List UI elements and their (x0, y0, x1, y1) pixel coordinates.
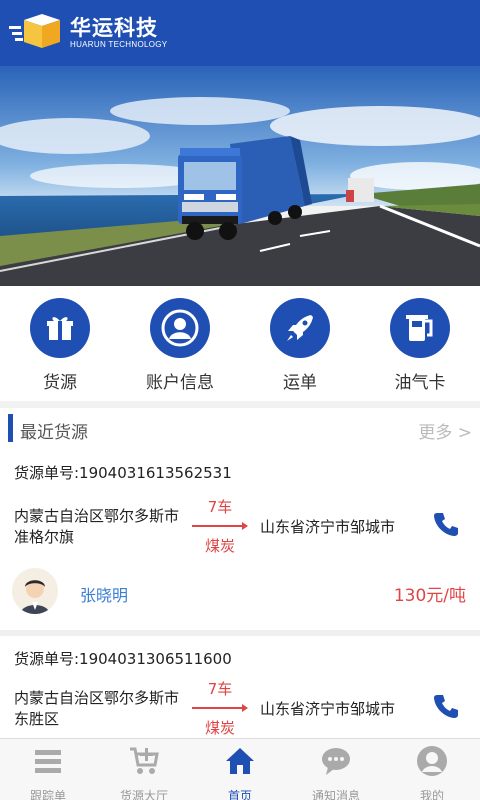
order-number: 货源单号:1904031613562531 (14, 464, 232, 482)
nav-label: 首页 (227, 789, 252, 800)
nav-label: 跟踪单 (29, 789, 66, 800)
quick-item-account[interactable]: 账户信息 (120, 298, 240, 393)
quick-label: 货源 (43, 373, 77, 393)
driver-name[interactable]: 张晓明 (80, 582, 128, 606)
app-header: 华运科技 HUARUN TECHNOLOGY (0, 0, 480, 66)
nav-label: 货源大厅 (119, 789, 168, 800)
section-header: 最近货源 更多 > (0, 408, 480, 448)
cargo-summary: 7车 煤炭 (190, 678, 250, 738)
quick-label: 运单 (283, 373, 317, 393)
origin-address: 内蒙古自治区鄂尔多斯市准格尔旗 (14, 507, 180, 546)
rocket-icon (270, 298, 330, 358)
destination-address: 山东省济宁市邹城市 (260, 700, 396, 718)
banner-image[interactable] (0, 66, 480, 286)
bottom-nav: 跟踪单 货源大厅 首页 通知消息 我的 (0, 738, 480, 800)
home-icon (226, 748, 254, 774)
gift-icon (30, 298, 90, 358)
nav-label: 通知消息 (311, 789, 360, 800)
cart-plus-icon (130, 747, 159, 774)
goods-type: 煤炭 (204, 719, 235, 737)
arrow-right-icon (190, 517, 250, 535)
cargo-card[interactable]: 货源单号:1904031306511600 内蒙古自治区鄂尔多斯市东胜区 7车 … (0, 636, 480, 738)
nav-item-mine[interactable]: 我的 (384, 745, 480, 800)
destination-address: 山东省济宁市邹城市 (260, 518, 396, 536)
section-title: 最近货源 (20, 423, 88, 443)
phone-icon[interactable] (432, 692, 460, 720)
brand-subtitle: HUARUN TECHNOLOGY (70, 40, 168, 49)
more-link[interactable]: 更多 > (418, 418, 472, 443)
truck-count: 7车 (207, 498, 233, 516)
truck-count: 7车 (207, 680, 233, 698)
recent-cargo-section: 最近货源 更多 > 货源单号:1904031613562531 内蒙古自治区鄂尔… (0, 408, 480, 738)
quick-label: 油气卡 (394, 373, 446, 393)
chat-icon (322, 748, 350, 775)
order-number: 货源单号:1904031306511600 (14, 650, 232, 668)
quick-item-cargo[interactable]: 货源 (0, 298, 120, 393)
cargo-summary: 7车 煤炭 (190, 496, 250, 556)
fuel-card-icon (390, 298, 450, 358)
user-icon (150, 298, 210, 358)
section-accent-bar (8, 414, 13, 442)
phone-icon[interactable] (432, 510, 460, 538)
cargo-card[interactable]: 货源单号:1904031613562531 内蒙古自治区鄂尔多斯市准格尔旗 7车… (0, 450, 480, 630)
arrow-right-icon (190, 699, 250, 717)
cube-logo-icon (9, 14, 60, 48)
goods-type: 煤炭 (204, 537, 235, 555)
nav-item-tracking[interactable]: 跟踪单 (0, 745, 96, 800)
profile-icon (417, 746, 447, 776)
quick-item-waybill[interactable]: 运单 (240, 298, 360, 393)
nav-item-notifications[interactable]: 通知消息 (288, 745, 384, 800)
brand-name: 华运科技 (70, 16, 158, 40)
nav-label: 我的 (419, 789, 444, 800)
quick-item-fuel-card[interactable]: 油气卡 (360, 298, 480, 393)
nav-item-home[interactable]: 首页 (192, 745, 288, 800)
quick-label: 账户信息 (146, 373, 214, 393)
list-icon (35, 750, 61, 773)
origin-address: 内蒙古自治区鄂尔多斯市东胜区 (14, 689, 180, 728)
avatar (12, 568, 58, 614)
price: 130元/吨 (393, 586, 466, 606)
quick-menu: 货源 账户信息 运单 油气卡 (0, 286, 480, 401)
nav-item-cargo-hall[interactable]: 货源大厅 (96, 745, 192, 800)
